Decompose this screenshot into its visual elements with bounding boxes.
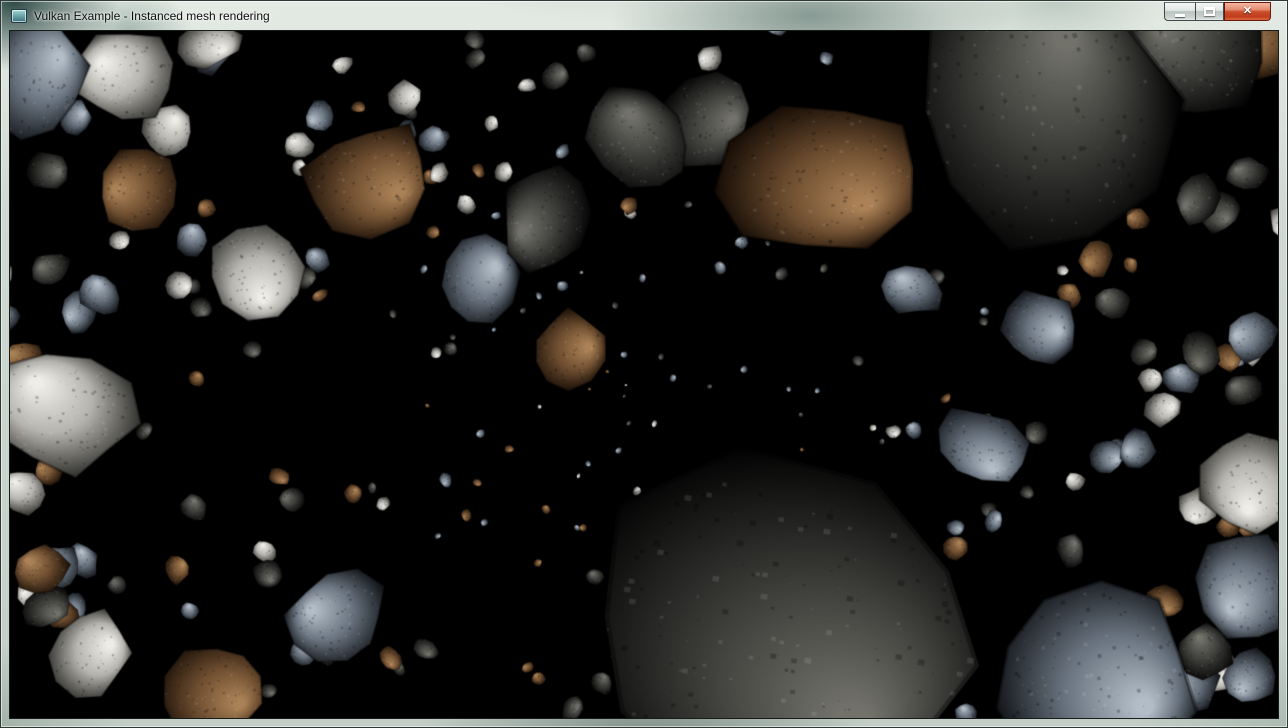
minimize-button[interactable]	[1164, 2, 1195, 21]
close-button[interactable]: ✕	[1224, 2, 1271, 21]
render-viewport[interactable]	[9, 30, 1279, 719]
window-controls: ✕	[1164, 2, 1271, 21]
minimize-icon	[1175, 14, 1185, 17]
maximize-icon	[1204, 7, 1215, 16]
maximize-button[interactable]	[1195, 2, 1224, 21]
app-icon	[11, 9, 27, 23]
vulkan-scene-canvas	[10, 31, 1278, 718]
titlebar[interactable]: Vulkan Example - Instanced mesh renderin…	[1, 1, 1287, 30]
close-icon: ✕	[1243, 6, 1252, 17]
app-window: Vulkan Example - Instanced mesh renderin…	[0, 0, 1288, 728]
window-title: Vulkan Example - Instanced mesh renderin…	[34, 9, 270, 23]
